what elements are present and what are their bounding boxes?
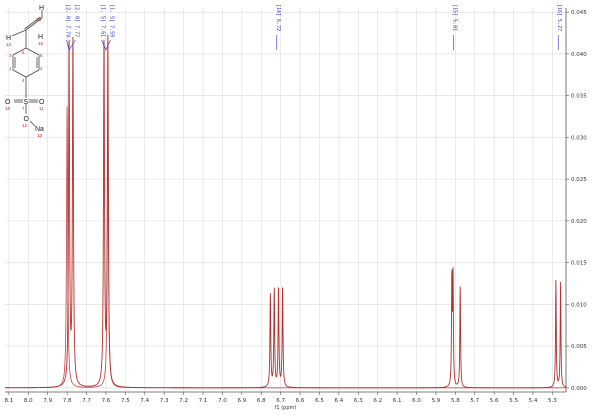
x-tick-label: 6.0 <box>412 398 421 404</box>
atom-label-h14: H <box>6 35 11 42</box>
atom-number-15: 15 <box>38 41 44 46</box>
atom-number-1: 1 <box>9 66 12 71</box>
atom-number-7: 7 <box>22 106 25 111</box>
x-tick-label: 5.5 <box>509 398 518 404</box>
x-tick-label: 5.9 <box>432 398 441 404</box>
y-tick-label: 0.030 <box>571 135 587 141</box>
peak-label: [15] 5.81 <box>451 4 457 31</box>
atom-label-o12: O <box>24 116 30 123</box>
atom-number-13: 13 <box>37 133 43 138</box>
peak-label: [16] 5.27 <box>556 4 562 31</box>
x-tick-label: 7.6 <box>102 398 111 404</box>
y-tick-label: 0.000 <box>571 386 587 392</box>
atom-number-16: 16 <box>36 17 42 22</box>
x-tick-label: 7.7 <box>82 398 91 404</box>
x-tick-label: 5.7 <box>470 398 479 404</box>
nmr-spectrum-chart: 8.1 8.0 7.9 7.8 7.7 7.6 7.5 7.4 7.3 7.2 7.1 7.0 6.9 6… <box>5 4 588 411</box>
x-tick-label: 7.8 <box>63 398 72 404</box>
peak-labels: [2. 0] 7.79 [2. 0] 7.77 [1. 5] 7.61 [1. 5] … <box>65 4 562 51</box>
x-tick-label: 6.6 <box>296 398 305 404</box>
atom-number-14: 14 <box>6 42 12 47</box>
x-axis-ticks: 8.1 8.0 7.9 7.8 7.7 7.6 7.5 7.4 7.3 7.2 7.1 7.0 6.9 6… <box>5 392 557 404</box>
x-tick-label: 6.1 <box>393 398 402 404</box>
x-tick-label: 7.1 <box>199 398 208 404</box>
x-tick-label: 5.8 <box>451 398 460 404</box>
peak-connector <box>66 39 76 51</box>
molecule-structure: H H H S O O O Na 16 14 15 5 3 6 1 2 4 7 … <box>5 5 45 138</box>
y-tick-label: 0.035 <box>571 94 587 100</box>
atom-number-2: 2 <box>40 66 43 71</box>
atom-label-h16: H <box>39 5 44 12</box>
x-tick-label: 7.5 <box>121 398 130 404</box>
x-tick-label: 8.0 <box>24 398 33 404</box>
x-tick-label: 7.3 <box>160 398 169 404</box>
atom-label-o11: O <box>39 99 45 106</box>
y-tick-label: 0.010 <box>571 302 587 308</box>
peak-label: [1. 5] 7.59 <box>108 4 114 37</box>
x-tick-label: 7.9 <box>43 398 52 404</box>
x-tick-label: 7.2 <box>179 398 188 404</box>
x-tick-label: 7.0 <box>218 398 227 404</box>
x-tick-label: 7.4 <box>140 398 149 404</box>
x-tick-label: 6.4 <box>335 398 344 404</box>
atom-number-10: 10 <box>5 106 11 111</box>
x-tick-label: 6.9 <box>237 398 246 404</box>
x-tick-label: 6.3 <box>354 398 363 404</box>
atom-label-s: S <box>24 99 29 106</box>
x-axis-title: f1 (ppm) <box>275 405 297 411</box>
peak-label: [2. 0] 7.79 <box>65 4 71 37</box>
x-tick-label: 6.7 <box>276 398 285 404</box>
atom-label-h15: H <box>38 34 43 41</box>
atom-label-na: Na <box>35 126 44 133</box>
y-tick-label: 0.015 <box>571 261 587 267</box>
peak-label: [1. 5] 7.61 <box>100 4 106 37</box>
y-tick-label: 0.025 <box>571 177 587 183</box>
atom-label-o10: O <box>5 99 11 106</box>
peak-label: [14] 6.72 <box>275 4 281 31</box>
atom-number-5: 5 <box>22 50 25 55</box>
y-tick-label: 0.005 <box>571 344 587 350</box>
spectrum-series <box>5 34 567 389</box>
atom-number-4: 4 <box>22 78 25 83</box>
x-tick-label: 6.2 <box>373 398 382 404</box>
peak-label: [2. 0] 7.77 <box>73 4 79 37</box>
x-tick-label: 8.1 <box>5 398 14 404</box>
x-tick-label: 5.4 <box>529 398 538 404</box>
grid-layer <box>5 8 566 392</box>
x-tick-label: 5.6 <box>490 398 499 404</box>
atom-number-11: 11 <box>39 106 44 111</box>
integral-series <box>5 106 566 389</box>
y-tick-label: 0.020 <box>571 219 587 225</box>
x-tick-label: 6.5 <box>315 398 324 404</box>
x-tick-label: 5.3 <box>548 398 557 404</box>
atom-number-12: 12 <box>22 123 28 128</box>
y-axis-ticks: 0.000 0.005 0.010 0.015 0.020 0.025 0.030 0.035… <box>566 10 587 392</box>
y-tick-label: 0.045 <box>571 10 587 16</box>
y-tick-label: 0.040 <box>571 52 587 58</box>
x-tick-label: 6.8 <box>257 398 266 404</box>
